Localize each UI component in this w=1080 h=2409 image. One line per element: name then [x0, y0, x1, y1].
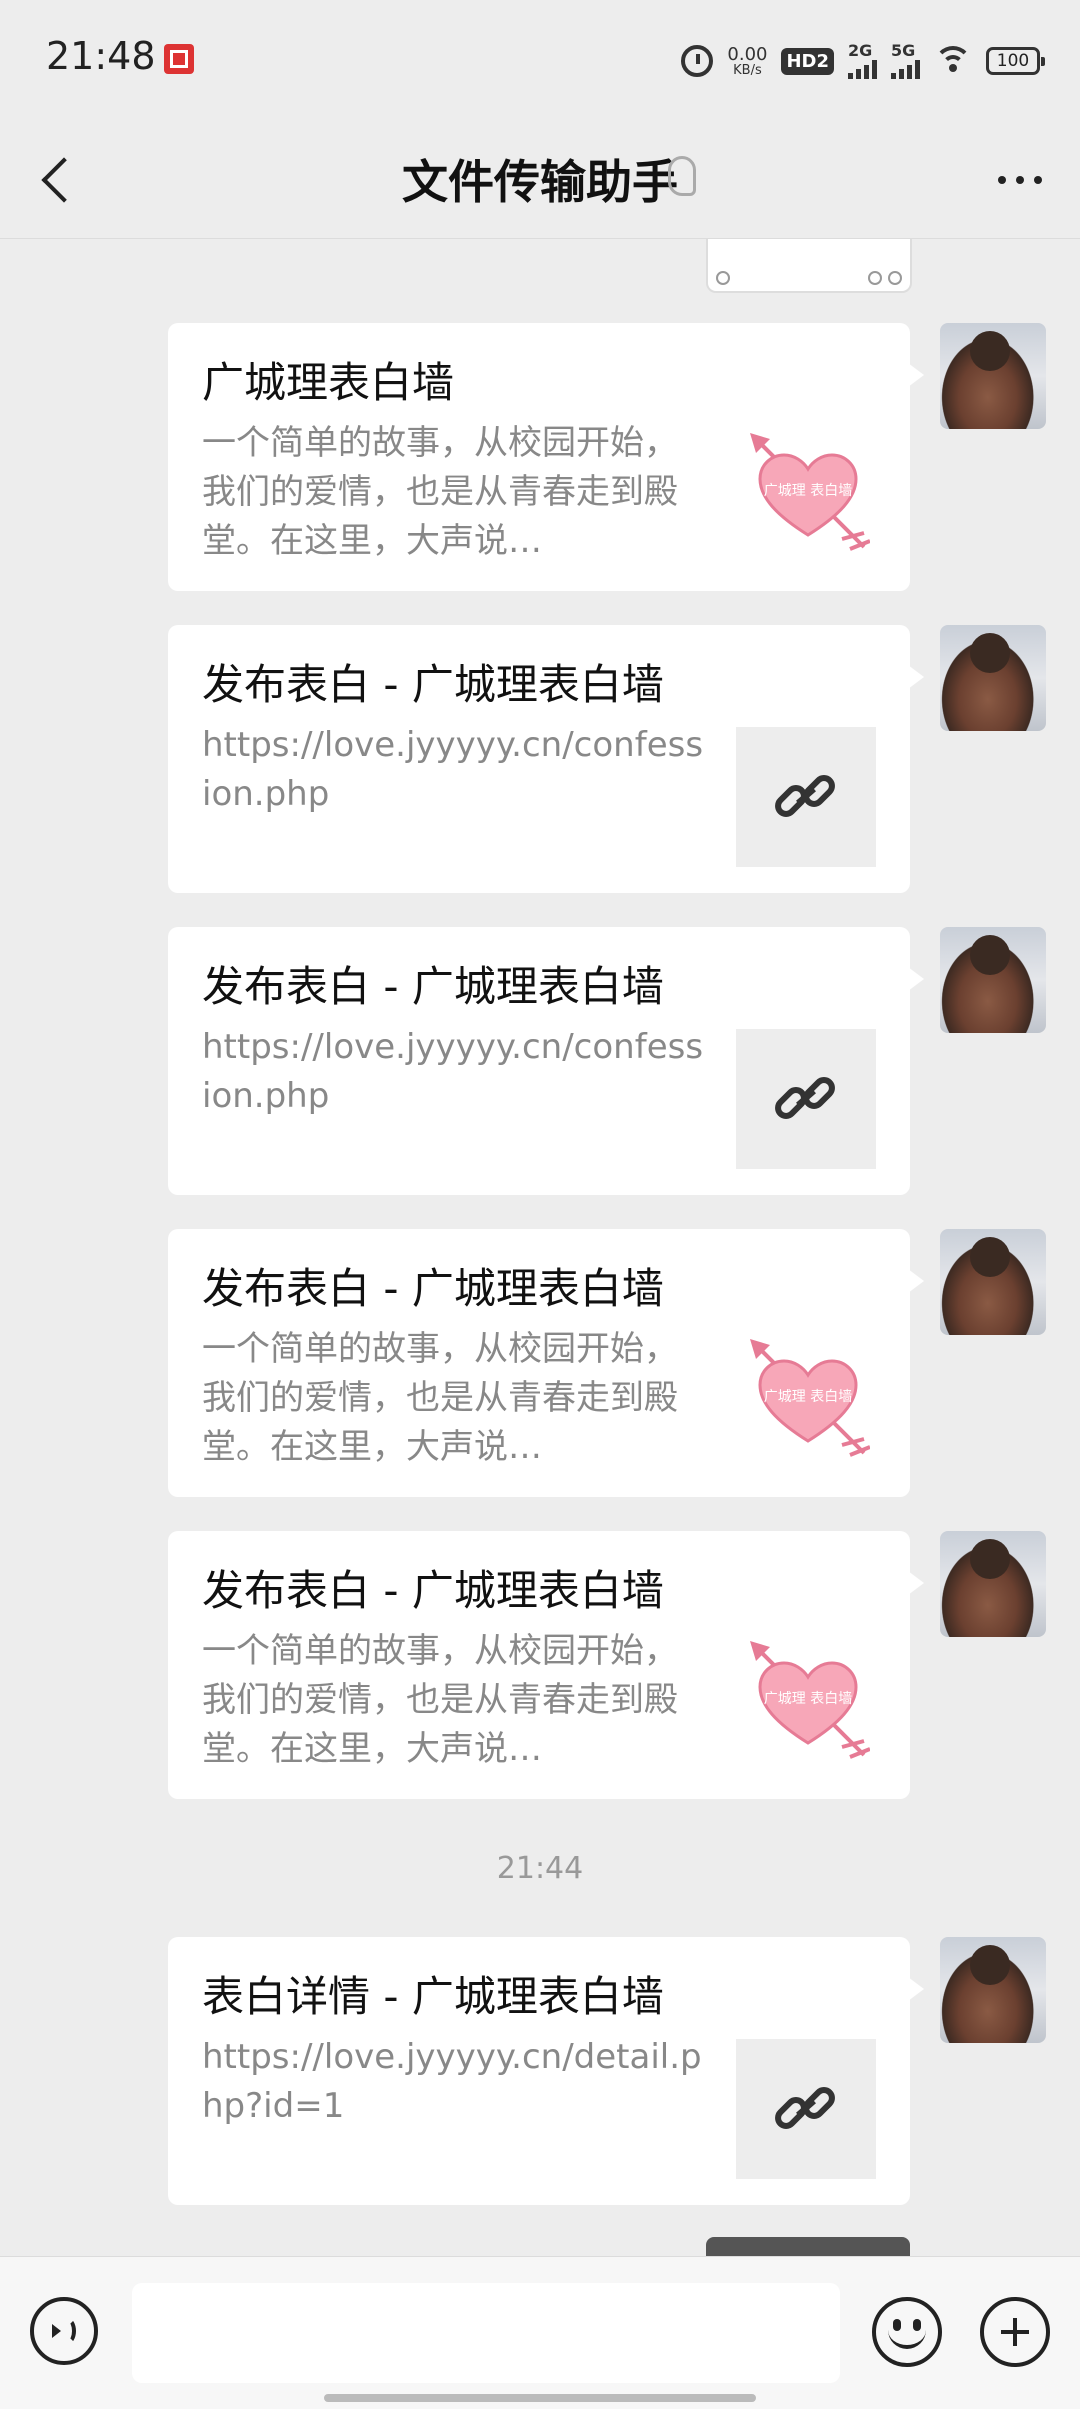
wifi-icon	[934, 46, 972, 76]
avatar[interactable]	[940, 625, 1046, 731]
card-url: https://love.jyyyyy.cn/confession.php	[202, 1027, 704, 1116]
card-description: 一个简单的故事，从校园开始，我们的爱情，也是从青春走到殿堂。在这里，大声说…	[202, 423, 678, 561]
home-indicator[interactable]	[324, 2394, 756, 2402]
card-thumbnail: 广城理 表白墙	[736, 425, 876, 565]
partial-screenshot-message[interactable]	[706, 2237, 910, 2257]
qr-notification-icon	[164, 44, 194, 74]
signal-5g-icon: 5G	[891, 43, 920, 79]
emoji-icon[interactable]	[872, 2297, 942, 2367]
avatar[interactable]	[940, 1229, 1046, 1335]
hd-icon: HD2	[781, 47, 834, 75]
battery-icon: 100	[986, 47, 1045, 75]
message-timestamp: 21:44	[496, 1851, 584, 1886]
message-input[interactable]	[132, 2283, 840, 2383]
card-title: 发布表白 - 广城理表白墙	[202, 962, 664, 1011]
chat-list[interactable]: 广城理表白墙 一个简单的故事，从校园开始，我们的爱情，也是从青春走到殿堂。在这里…	[0, 239, 1080, 2257]
status-icons: 0.00 KB/s HD2 2G 5G 100	[681, 38, 1045, 84]
link-card-message[interactable]: 表白详情 - 广城理表白墙 https://love.jyyyyy.cn/det…	[168, 1937, 924, 2205]
alarm-icon	[681, 45, 714, 77]
status-bar: 21:48 0.00 KB/s HD2 2G 5G 100	[0, 0, 1080, 120]
signal-2g-icon: 2G	[848, 43, 877, 79]
status-time: 21:48	[46, 34, 156, 78]
card-url: https://love.jyyyyy.cn/detail.php?id=1	[202, 2037, 702, 2126]
card-thumbnail: 广城理 表白墙	[736, 1633, 876, 1773]
avatar[interactable]	[940, 927, 1046, 1033]
more-options-icon[interactable]	[992, 160, 1048, 200]
card-thumbnail	[736, 1029, 876, 1169]
link-card-message[interactable]: 广城理表白墙 一个简单的故事，从校园开始，我们的爱情，也是从青春走到殿堂。在这里…	[168, 323, 924, 591]
net-speed: 0.00 KB/s	[727, 43, 768, 78]
link-icon	[775, 2087, 835, 2129]
card-title: 表白详情 - 广城理表白墙	[202, 1972, 664, 2021]
nav-bar: 文件传输助手	[0, 120, 1080, 239]
heart-arrow-icon: 广城理 表白墙	[750, 1339, 870, 1457]
card-title: 发布表白 - 广城理表白墙	[202, 1566, 664, 1615]
heart-text: 广城理 表白墙	[764, 483, 852, 499]
signal-2g-label: 2G	[848, 41, 873, 60]
partial-screenshot-message[interactable]	[706, 239, 912, 293]
signal-5g-label: 5G	[891, 41, 916, 60]
card-title: 发布表白 - 广城理表白墙	[202, 660, 664, 709]
avatar[interactable]	[940, 323, 1046, 429]
link-card-message[interactable]: 发布表白 - 广城理表白墙 一个简单的故事，从校园开始，我们的爱情，也是从青春走…	[168, 1531, 924, 1799]
page-title: 文件传输助手	[402, 155, 678, 209]
link-card-message[interactable]: 发布表白 - 广城理表白墙 一个简单的故事，从校园开始，我们的爱情，也是从青春走…	[168, 1229, 924, 1497]
heart-text: 广城理 表白墙	[764, 1691, 852, 1707]
link-card-message[interactable]: 发布表白 - 广城理表白墙 https://love.jyyyyy.cn/con…	[168, 625, 924, 893]
link-card-message[interactable]: 发布表白 - 广城理表白墙 https://love.jyyyyy.cn/con…	[168, 927, 924, 1195]
card-description: 一个简单的故事，从校园开始，我们的爱情，也是从青春走到殿堂。在这里，大声说…	[202, 1329, 678, 1467]
link-icon	[775, 775, 835, 817]
card-title: 广城理表白墙	[202, 358, 455, 407]
card-url: https://love.jyyyyy.cn/confession.php	[202, 725, 704, 814]
plus-icon[interactable]	[980, 2297, 1050, 2367]
card-thumbnail: 广城理 表白墙	[736, 1331, 876, 1471]
card-description: 一个简单的故事，从校园开始，我们的爱情，也是从青春走到殿堂。在这里，大声说…	[202, 1631, 678, 1769]
heart-text: 广城理 表白墙	[764, 1389, 852, 1405]
card-title: 发布表白 - 广城理表白墙	[202, 1264, 664, 1313]
card-thumbnail	[736, 727, 876, 867]
avatar[interactable]	[940, 1937, 1046, 2043]
voice-input-icon[interactable]	[30, 2297, 98, 2365]
avatar[interactable]	[940, 1531, 1046, 1637]
heart-arrow-icon: 广城理 表白墙	[750, 1641, 870, 1759]
card-thumbnail	[736, 2039, 876, 2179]
net-speed-unit: KB/s	[733, 62, 762, 78]
heart-arrow-icon: 广城理 表白墙	[750, 433, 870, 551]
link-icon	[775, 1077, 835, 1119]
earpiece-mode-icon	[668, 156, 696, 196]
input-bar	[0, 2256, 1080, 2409]
net-speed-value: 0.00	[727, 43, 768, 65]
